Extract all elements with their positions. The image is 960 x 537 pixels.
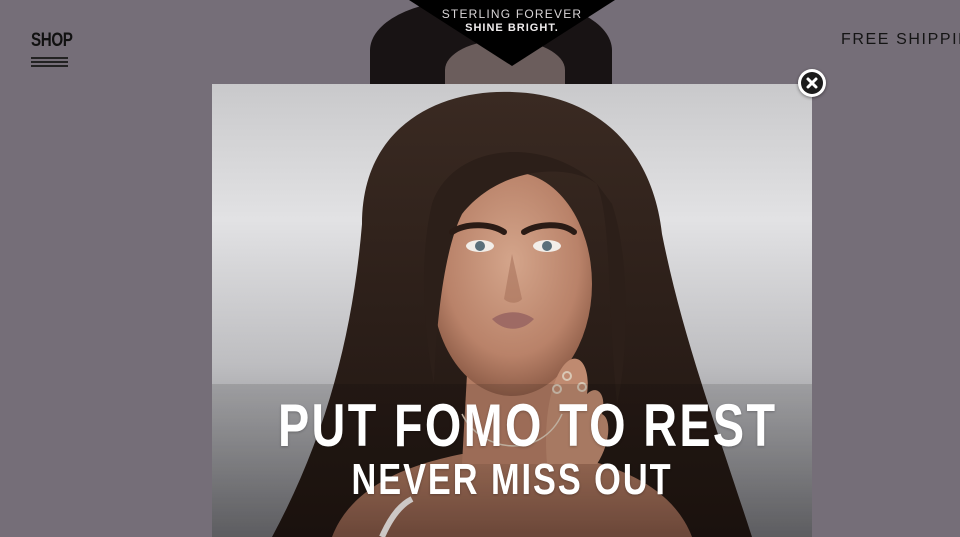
popup-headline: PUT FOMO TO REST [278, 392, 778, 459]
page: STERLING FOREVER SHINE BRIGHT. SHOP FREE… [0, 0, 960, 537]
promo-popup: PUT FOMO TO REST NEVER MISS OUT [212, 84, 812, 537]
logo-brand-name: STERLING FOREVER [441, 7, 583, 21]
site-logo[interactable]: STERLING FOREVER SHINE BRIGHT. [409, 0, 615, 66]
close-icon [801, 72, 823, 94]
hamburger-icon [31, 57, 68, 67]
logo-tagline: SHINE BRIGHT. [465, 22, 559, 34]
close-popup-button[interactable] [798, 69, 826, 97]
shop-label: SHOP [31, 30, 73, 51]
shop-menu-button[interactable]: SHOP [31, 30, 73, 69]
free-shipping-banner[interactable]: FREE SHIPPING [841, 31, 960, 49]
popup-subheadline: NEVER MISS OUT [351, 455, 673, 504]
